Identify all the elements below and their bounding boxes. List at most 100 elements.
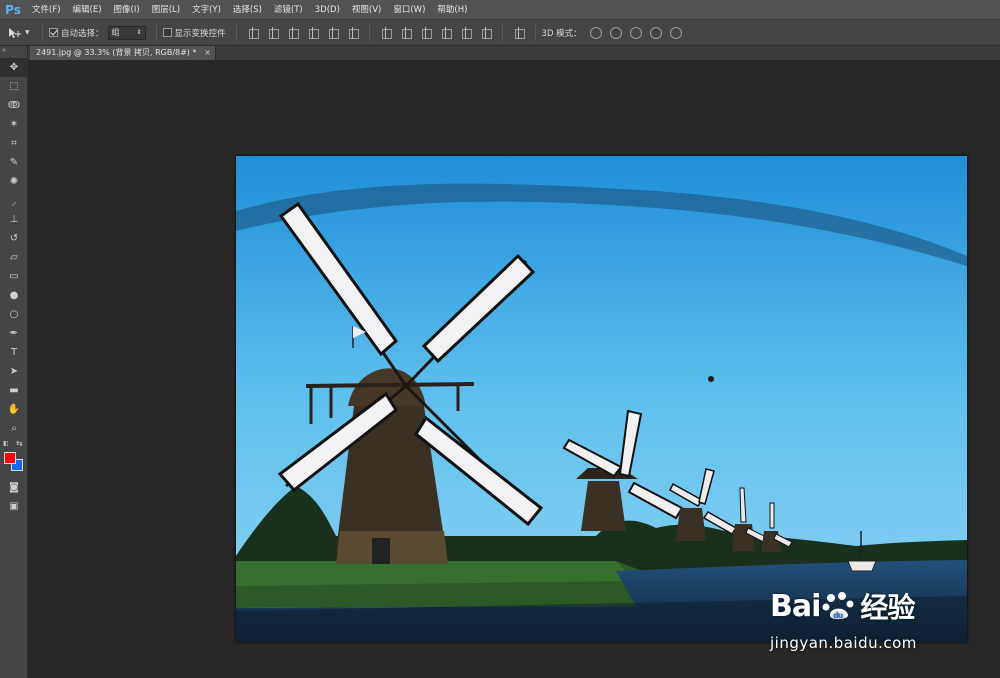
watermark-brand-latin: Bai bbox=[770, 588, 821, 624]
align-vertical-center-icon[interactable] bbox=[267, 26, 279, 39]
distribute-vertical-center-icon[interactable] bbox=[400, 26, 412, 39]
brush-tool-button[interactable]: ⸝ bbox=[0, 191, 28, 210]
toolbox: » ✥ ⬚ ↂ ✶ ⌗ ✎ ✺ ⸝ ⊥ ↺ ▱ ▭ ● ○ ✒ T ➤ ▬ ✋ ⌕ ◧ ⇆ ◙ ▣ bbox=[0, 46, 28, 678]
divider bbox=[155, 24, 157, 41]
show-transform-checkbox[interactable] bbox=[162, 28, 172, 37]
hand-tool-icon: ✋ bbox=[7, 404, 21, 415]
menu-view[interactable]: 视图(V) bbox=[346, 0, 387, 20]
3d-mode-label: 3D 模式： bbox=[541, 28, 582, 39]
stamp-tool-icon: ⊥ bbox=[9, 214, 19, 225]
healing-brush-tool-button[interactable]: ✺ bbox=[0, 172, 28, 191]
screen-mode-button[interactable]: ▣ bbox=[0, 497, 28, 516]
menu-select[interactable]: 选择(S) bbox=[227, 0, 268, 20]
gradient-tool-icon: ▭ bbox=[9, 271, 19, 282]
eraser-tool-button[interactable]: ▱ bbox=[0, 248, 28, 267]
menu-image[interactable]: 图像(I) bbox=[108, 0, 146, 20]
align-bottom-icon[interactable] bbox=[287, 26, 299, 39]
auto-align-layers-icon[interactable] bbox=[513, 26, 525, 39]
close-icon[interactable]: × bbox=[204, 46, 211, 60]
tool-preset-picker[interactable]: ▼ bbox=[6, 26, 36, 40]
menu-help[interactable]: 帮助(H) bbox=[431, 0, 473, 20]
menu-bar: Ps 文件(F) 编辑(E) 图像(I) 图层(L) 文字(Y) 选择(S) 滤… bbox=[0, 0, 1000, 20]
dodge-tool-button[interactable]: ○ bbox=[0, 305, 28, 324]
color-swatches: ◧ ⇆ bbox=[0, 438, 28, 478]
3d-pan-icon[interactable] bbox=[629, 26, 642, 39]
menu-type[interactable]: 文字(Y) bbox=[186, 0, 227, 20]
distribute-right-icon[interactable] bbox=[480, 26, 492, 39]
menu-filter[interactable]: 滤镜(T) bbox=[268, 0, 309, 20]
align-top-icon[interactable] bbox=[247, 26, 259, 39]
shape-tool-icon: ▬ bbox=[9, 385, 19, 396]
3d-rotate-icon[interactable] bbox=[589, 26, 602, 39]
show-transform-label: 显示变换控件 bbox=[174, 28, 226, 39]
stamp-tool-button[interactable]: ⊥ bbox=[0, 210, 28, 229]
photoshop-logo: Ps bbox=[5, 2, 21, 17]
svg-text:du: du bbox=[833, 611, 844, 620]
lasso-tool-button[interactable]: ↂ bbox=[0, 96, 28, 115]
3d-slide-icon[interactable] bbox=[649, 26, 662, 39]
healing-brush-tool-icon: ✺ bbox=[9, 176, 19, 187]
menu-3d[interactable]: 3D(D) bbox=[309, 0, 346, 20]
tools-list: ✥ ⬚ ↂ ✶ ⌗ ✎ ✺ ⸝ ⊥ ↺ ▱ ▭ ● ○ ✒ T ➤ ▬ ✋ ⌕ bbox=[0, 58, 28, 438]
history-brush-tool-button[interactable]: ↺ bbox=[0, 229, 28, 248]
divider bbox=[368, 24, 370, 41]
marquee-tool-icon: ⬚ bbox=[9, 81, 19, 92]
divider bbox=[42, 24, 43, 41]
menu-edit[interactable]: 编辑(E) bbox=[67, 0, 108, 20]
dodge-tool-icon: ○ bbox=[9, 309, 19, 320]
windmill-photo bbox=[236, 156, 967, 642]
screen-mode-icon: ▣ bbox=[9, 501, 19, 512]
lasso-tool-icon: ↂ bbox=[7, 100, 21, 111]
panel-collapse-icon[interactable]: » bbox=[0, 46, 27, 58]
auto-select-checkbox[interactable] bbox=[49, 28, 58, 37]
auto-select-dropdown[interactable]: 组 ⇕ bbox=[107, 25, 146, 40]
foreground-color-swatch[interactable] bbox=[4, 452, 16, 464]
menu-file[interactable]: 文件(F) bbox=[26, 0, 67, 20]
gradient-tool-button[interactable]: ▭ bbox=[0, 267, 28, 286]
shape-tool-button[interactable]: ▬ bbox=[0, 381, 28, 400]
default-colors-icon[interactable]: ◧ bbox=[3, 440, 11, 448]
type-tool-icon: T bbox=[10, 347, 18, 358]
type-tool-button[interactable]: T bbox=[0, 343, 28, 362]
quick-mask-button[interactable]: ◙ bbox=[0, 478, 28, 497]
pen-tool-button[interactable]: ✒ bbox=[0, 324, 28, 343]
options-bar: ▼ 自动选择： 组 ⇕ 显示变换控件 3D 模式： bbox=[0, 20, 1000, 46]
path-selection-tool-button[interactable]: ➤ bbox=[0, 362, 28, 381]
menu-window[interactable]: 窗口(W) bbox=[387, 0, 431, 20]
crop-tool-button[interactable]: ⌗ bbox=[0, 134, 28, 153]
distribute-left-icon[interactable] bbox=[440, 26, 452, 39]
path-selection-tool-icon: ➤ bbox=[9, 366, 19, 377]
align-left-icon[interactable] bbox=[307, 26, 319, 39]
auto-select-value: 组 bbox=[111, 28, 120, 37]
pen-tool-icon: ✒ bbox=[9, 328, 19, 339]
history-brush-tool-icon: ↺ bbox=[9, 233, 19, 244]
divider bbox=[235, 24, 237, 41]
zoom-tool-button[interactable]: ⌕ bbox=[0, 419, 28, 438]
auto-select-label: 自动选择： bbox=[61, 28, 104, 39]
document-tab[interactable]: 2491.jpg @ 33.3% (背景 拷贝, RGB/8#) * × bbox=[30, 46, 216, 60]
swap-colors-icon[interactable]: ⇆ bbox=[16, 439, 23, 448]
align-right-icon[interactable] bbox=[347, 26, 359, 39]
watermark-brand-cn: 经验 bbox=[860, 591, 915, 624]
baidu-paw-icon: du bbox=[822, 592, 854, 620]
document-tab-bar: 2491.jpg @ 33.3% (背景 拷贝, RGB/8#) * × bbox=[28, 46, 1000, 60]
distribute-horizontal-center-icon[interactable] bbox=[460, 26, 472, 39]
align-horizontal-center-icon[interactable] bbox=[327, 26, 339, 39]
magic-wand-tool-button[interactable]: ✶ bbox=[0, 115, 28, 134]
distribute-top-icon[interactable] bbox=[380, 26, 392, 39]
menu-layer[interactable]: 图层(L) bbox=[146, 0, 186, 20]
3d-mode-group: 3D 模式： bbox=[541, 26, 686, 39]
move-tool-button[interactable]: ✥ bbox=[0, 58, 28, 77]
document-canvas[interactable] bbox=[236, 156, 967, 642]
brush-tool-icon: ⸝ bbox=[11, 196, 17, 208]
divider bbox=[501, 24, 503, 41]
zoom-tool-icon: ⌕ bbox=[11, 423, 17, 434]
distribute-bottom-icon[interactable] bbox=[420, 26, 432, 39]
eraser-tool-icon: ▱ bbox=[10, 252, 18, 263]
marquee-tool-button[interactable]: ⬚ bbox=[0, 77, 28, 96]
blur-tool-button[interactable]: ● bbox=[0, 286, 28, 305]
3d-roll-icon[interactable] bbox=[609, 26, 622, 39]
eyedropper-tool-button[interactable]: ✎ bbox=[0, 153, 28, 172]
hand-tool-button[interactable]: ✋ bbox=[0, 400, 28, 419]
3d-scale-icon[interactable] bbox=[669, 26, 682, 39]
